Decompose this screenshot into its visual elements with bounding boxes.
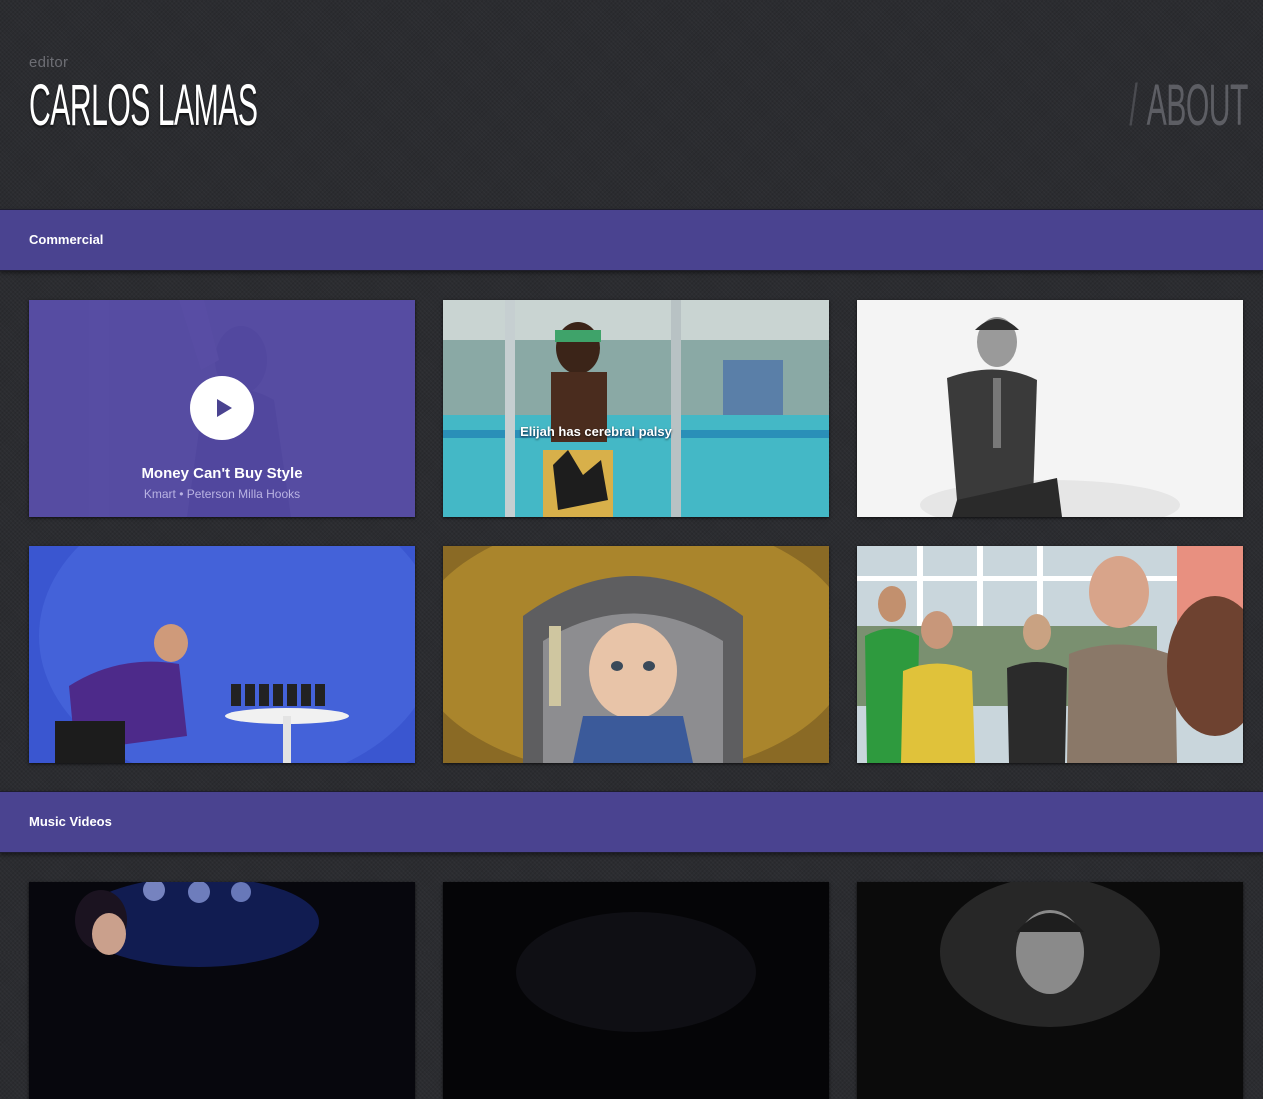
tile-title: Money Can't Buy Style <box>141 465 303 482</box>
about-label: ABOUT <box>1146 76 1248 136</box>
video-thumbnail <box>29 546 415 763</box>
play-icon <box>216 399 232 417</box>
video-thumbnail <box>443 546 829 763</box>
video-tile-4[interactable] <box>29 546 415 763</box>
role-label: editor <box>29 54 69 71</box>
video-thumbnail <box>857 882 1243 1099</box>
about-link[interactable]: / ABOUT <box>1129 76 1248 136</box>
site-title[interactable]: CARLOS LAMAS <box>29 76 257 136</box>
play-button[interactable] <box>190 376 254 440</box>
section-header-commercial: Commercial <box>0 209 1263 271</box>
bullet-separator: • <box>179 487 184 501</box>
section-title: Music Videos <box>29 814 112 829</box>
site-header: editor CARLOS LAMAS / ABOUT <box>0 0 1263 208</box>
video-tile-3[interactable] <box>857 300 1243 517</box>
tile-credits: Kmart • Peterson Milla Hooks <box>29 487 415 501</box>
video-tile-6[interactable] <box>857 546 1243 763</box>
slash-separator: / <box>1129 76 1138 136</box>
video-tile-money-cant-buy-style[interactable]: Money Can't Buy Style Kmart • Peterson M… <box>29 300 415 517</box>
video-caption: Elijah has cerebral palsy <box>520 424 672 439</box>
music-video-tile-1[interactable] <box>29 882 415 1099</box>
music-video-tile-2[interactable] <box>443 882 829 1099</box>
music-video-tile-3[interactable] <box>857 882 1243 1099</box>
video-thumbnail <box>857 546 1243 763</box>
video-thumbnail <box>443 882 829 1099</box>
video-thumbnail <box>443 300 829 517</box>
video-tile-2[interactable]: Elijah has cerebral palsy <box>443 300 829 517</box>
video-thumbnail <box>29 882 415 1099</box>
video-thumbnail <box>857 300 1243 517</box>
video-tile-5[interactable] <box>443 546 829 763</box>
tile-client: Kmart <box>143 487 176 501</box>
section-title: Commercial <box>29 232 104 247</box>
tile-agency: Peterson Milla Hooks <box>186 487 301 501</box>
section-header-music-videos: Music Videos <box>0 791 1263 853</box>
